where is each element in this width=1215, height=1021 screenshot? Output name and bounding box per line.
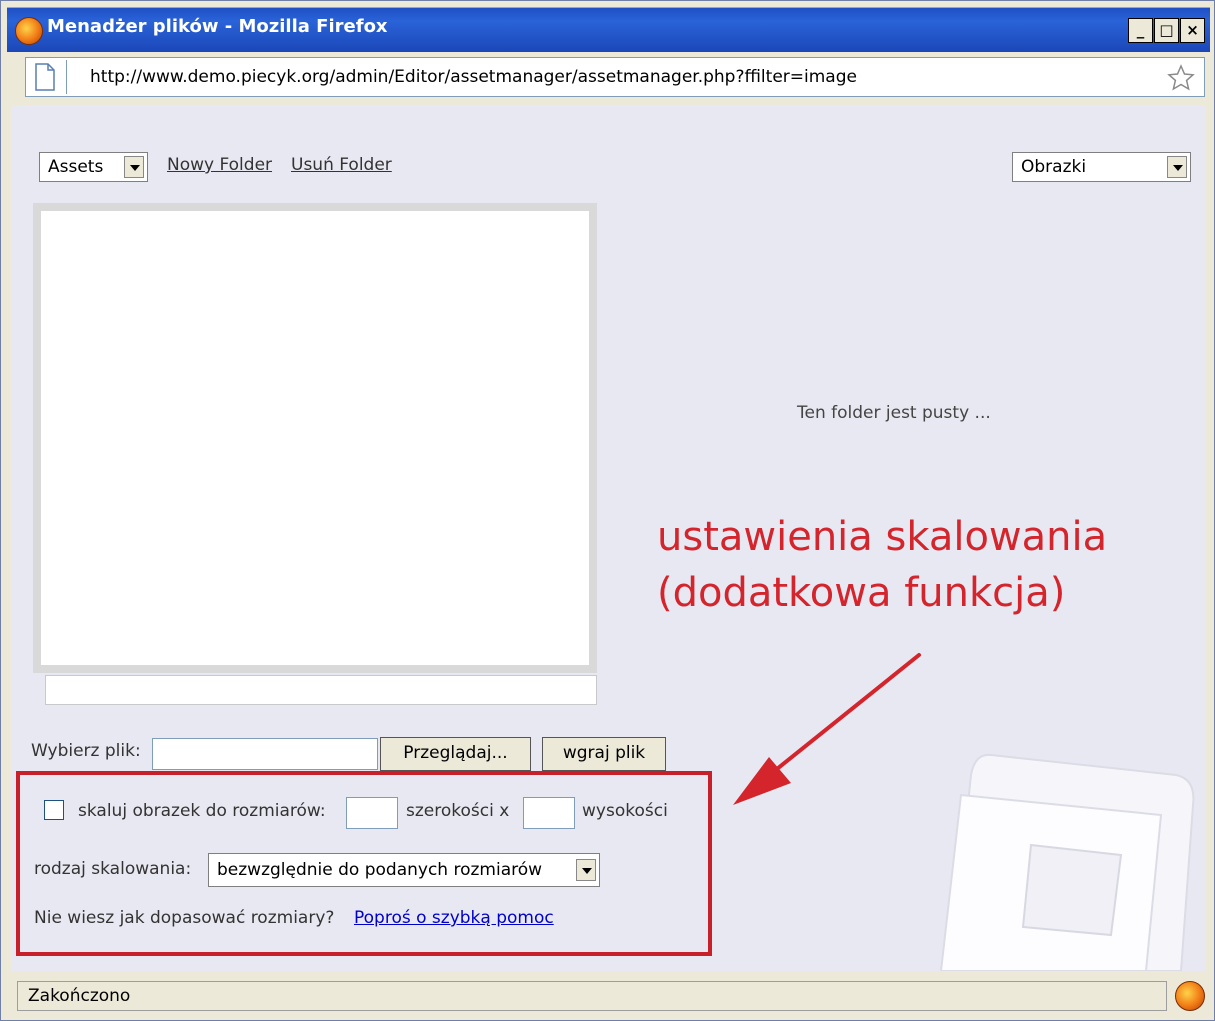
- annotation-arrow-icon: [733, 653, 921, 805]
- status-text: Zakończono: [28, 986, 131, 1006]
- width-label: szerokości x: [406, 801, 510, 821]
- url-field[interactable]: http://www.demo.piecyk.org/admin/Editor/…: [25, 57, 1205, 97]
- scale-height-input[interactable]: [523, 797, 575, 829]
- upload-file-button[interactable]: wgraj plik: [542, 737, 666, 771]
- minimize-button[interactable]: _: [1128, 18, 1153, 43]
- scaling-mode-value: bezwzględnie do podanych rozmiarów: [217, 860, 543, 880]
- help-prompt: Nie wiesz jak dopasować rozmiary?: [34, 908, 335, 928]
- annotation-line-1: ustawienia skalowania: [657, 514, 1108, 560]
- address-separator: [66, 60, 67, 94]
- scaling-annotation: ustawienia skalowania (dodatkowa funkcja…: [657, 509, 1107, 621]
- close-button[interactable]: ×: [1180, 18, 1205, 43]
- status-bar: Zakończono: [7, 975, 1210, 1017]
- file-list-status-field: [45, 675, 597, 705]
- folder-select[interactable]: Assets: [39, 152, 148, 182]
- folder-illustration-icon: [939, 753, 1195, 971]
- browse-button[interactable]: Przeglądaj...: [380, 737, 531, 771]
- file-path-input[interactable]: [152, 738, 378, 770]
- quick-help-link[interactable]: Poproś o szybką pomoc: [354, 908, 554, 928]
- firefox-icon: [15, 17, 43, 45]
- scaling-settings-box: skaluj obrazek do rozmiarów: szerokości …: [16, 771, 712, 956]
- scaling-mode-label: rodzaj skalowania:: [34, 859, 192, 879]
- annotation-line-2: (dodatkowa funkcja): [657, 570, 1066, 616]
- url-text: http://www.demo.piecyk.org/admin/Editor/…: [90, 67, 857, 87]
- file-type-filter-select[interactable]: Obrazki: [1012, 152, 1191, 182]
- address-bar: http://www.demo.piecyk.org/admin/Editor/…: [7, 53, 1210, 103]
- browser-window: Menadżer plików - Mozilla Firefox _ □ × …: [0, 0, 1215, 1021]
- folder-select-value: Assets: [48, 157, 104, 177]
- empty-folder-message: Ten folder jest pusty ...: [797, 403, 991, 423]
- bookmark-star-icon[interactable]: [1166, 63, 1196, 93]
- dropdown-arrow-icon[interactable]: [124, 156, 144, 178]
- scaling-mode-select[interactable]: bezwzględnie do podanych rozmiarów: [208, 853, 600, 887]
- status-panel: Zakończono: [17, 981, 1167, 1011]
- filter-select-value: Obrazki: [1021, 157, 1087, 177]
- page-icon: [35, 63, 55, 91]
- file-list-panel[interactable]: [33, 203, 597, 673]
- title-bar[interactable]: Menadżer plików - Mozilla Firefox _ □ ×: [7, 7, 1210, 52]
- file-picker-label: Wybierz plik:: [31, 741, 141, 761]
- new-folder-link[interactable]: Nowy Folder: [167, 155, 272, 175]
- delete-folder-link[interactable]: Usuń Folder: [291, 155, 392, 175]
- maximize-button[interactable]: □: [1154, 18, 1179, 43]
- scale-width-input[interactable]: [346, 797, 398, 829]
- dropdown-arrow-icon[interactable]: [1167, 156, 1187, 178]
- height-label: wysokości: [582, 801, 668, 821]
- scale-checkbox-label: skaluj obrazek do rozmiarów:: [78, 801, 326, 821]
- window-title: Menadżer plików - Mozilla Firefox: [47, 16, 388, 37]
- firefox-icon[interactable]: [1175, 981, 1205, 1011]
- dropdown-arrow-icon[interactable]: [576, 859, 596, 881]
- page-content: Assets Nowy Folder Usuń Folder Obrazki T…: [11, 105, 1206, 971]
- scale-image-checkbox[interactable]: [44, 800, 64, 820]
